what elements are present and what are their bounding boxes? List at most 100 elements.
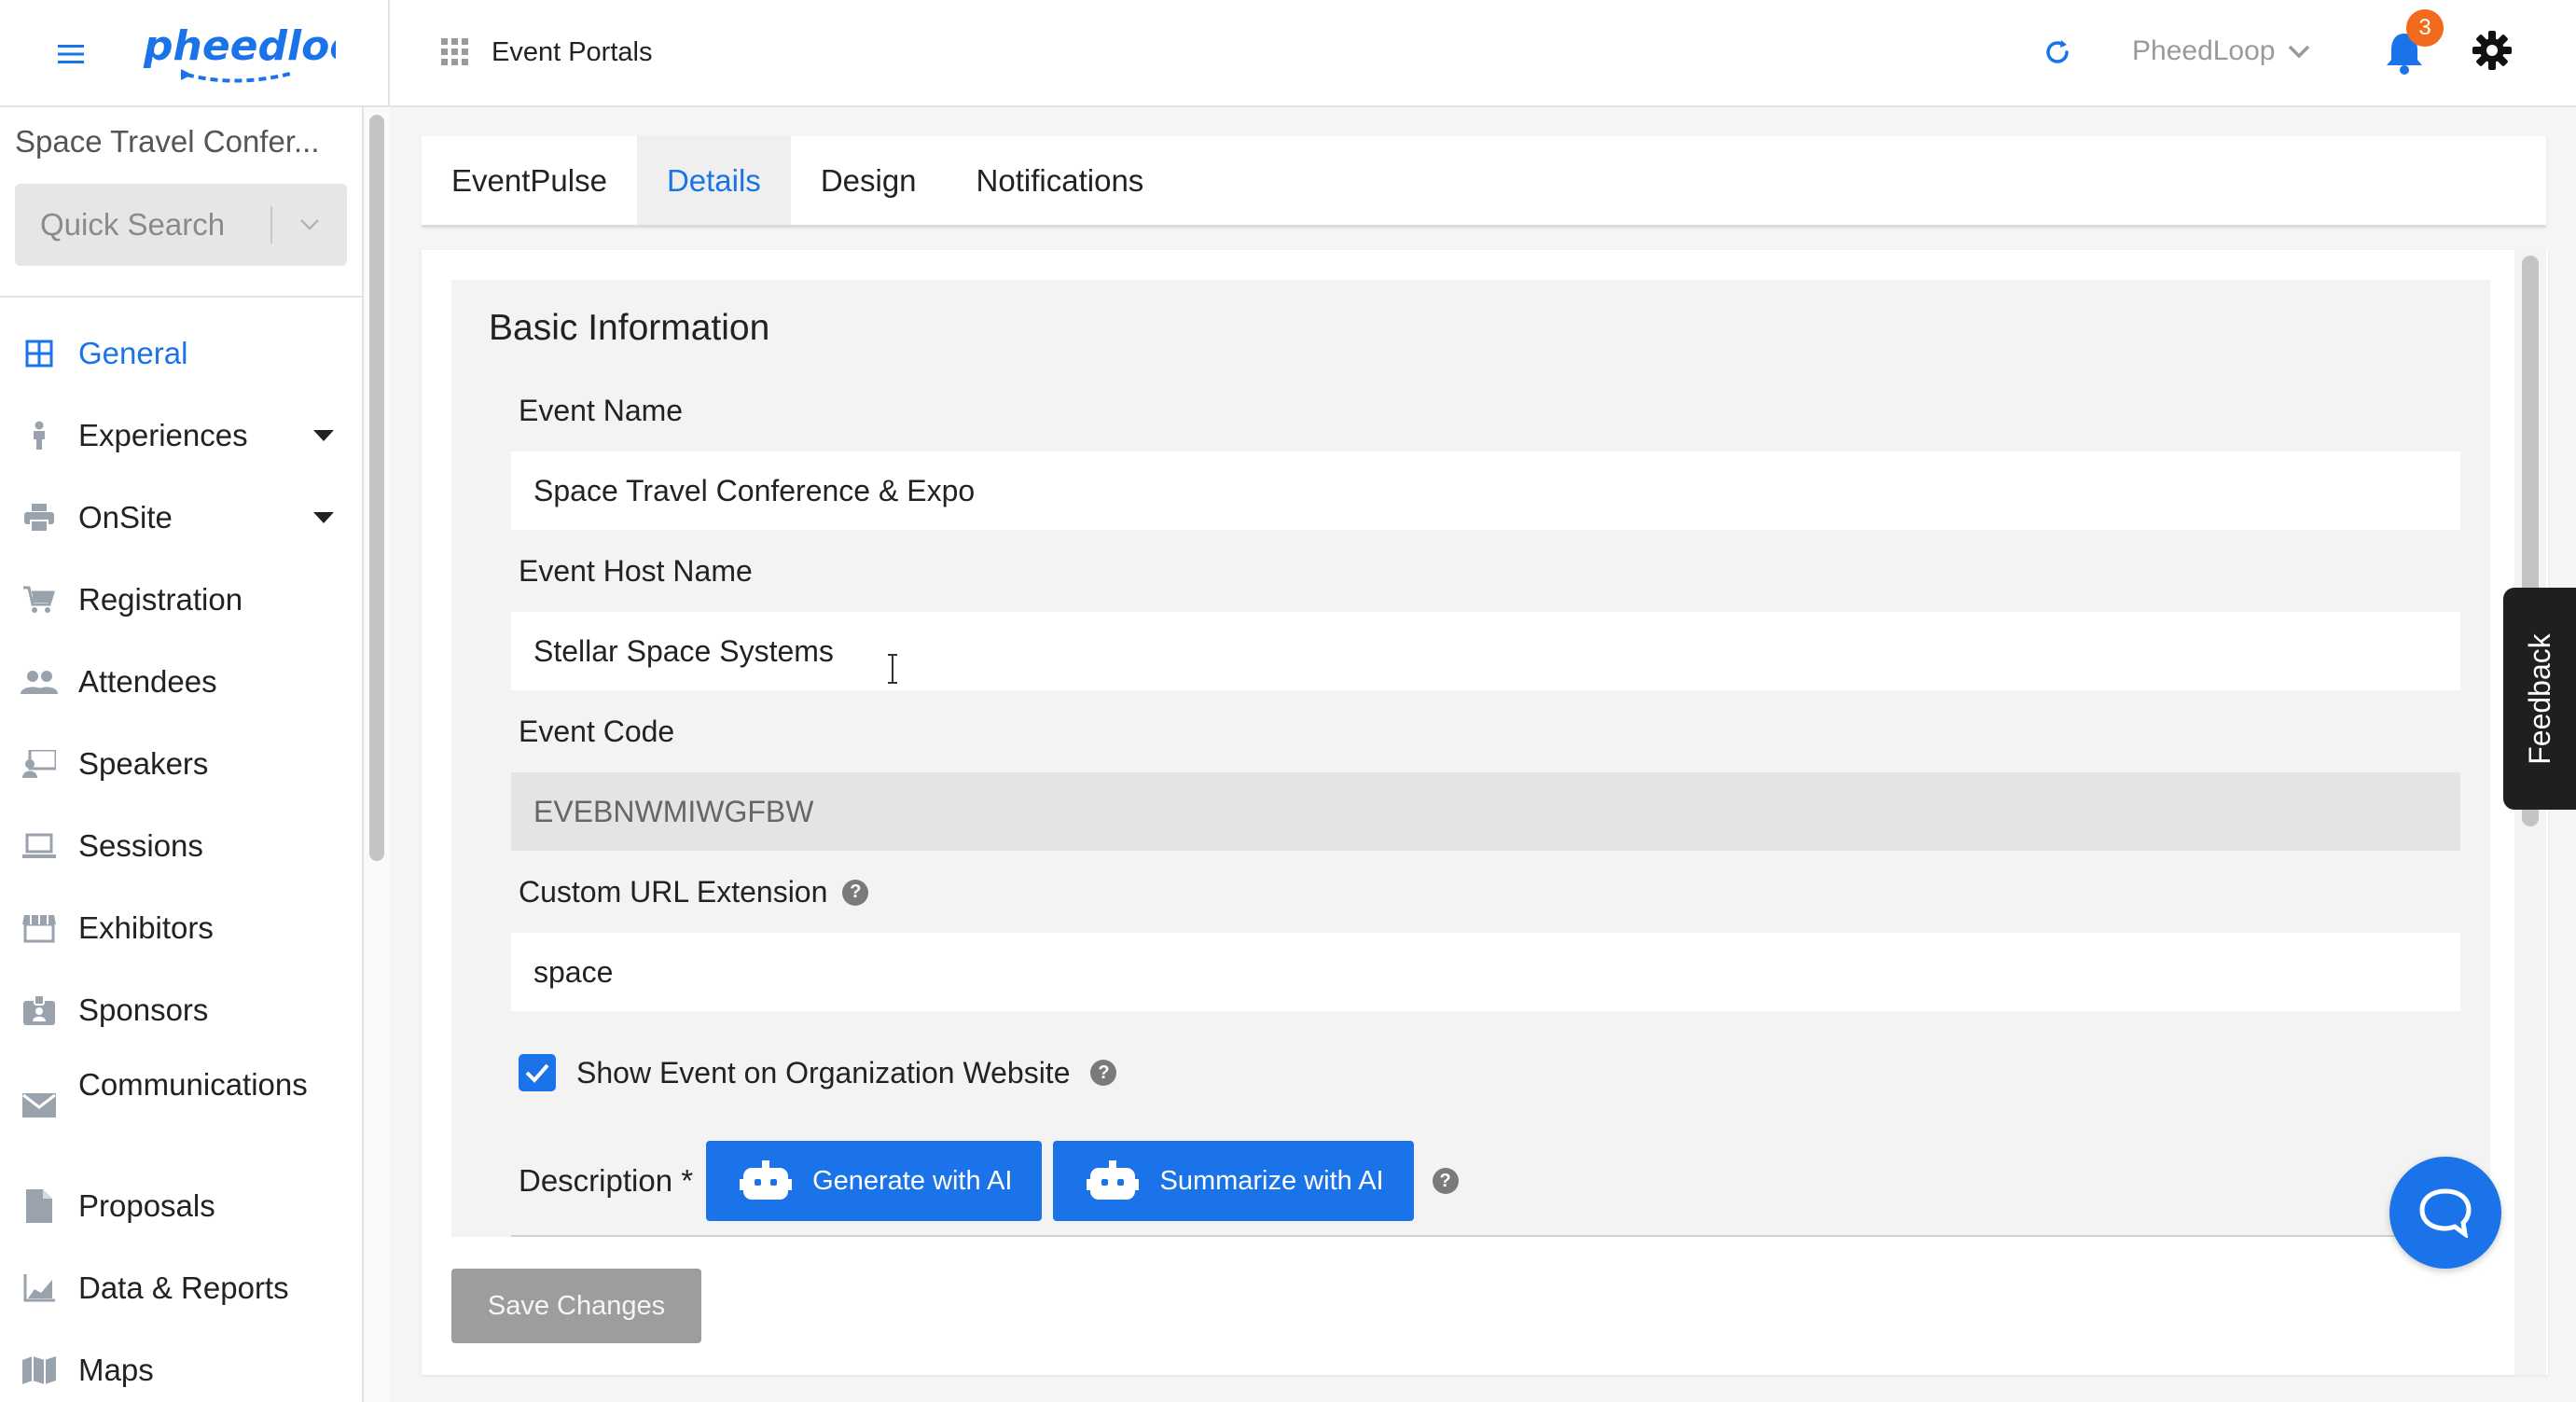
mail-icon bbox=[19, 1085, 60, 1126]
presenter-icon bbox=[19, 743, 60, 784]
sidebar-item-attendees[interactable]: Attendees bbox=[0, 641, 364, 723]
tab-bar: EventPulse Details Design Notifications bbox=[422, 136, 2546, 228]
quick-search-label: Quick Search bbox=[40, 207, 226, 242]
sidebar-item-sessions[interactable]: Sessions bbox=[0, 805, 364, 887]
sidebar-item-label: Attendees bbox=[78, 664, 217, 699]
caret-down-icon bbox=[313, 430, 334, 441]
sidebar-item-experiences[interactable]: Experiences bbox=[0, 395, 364, 477]
laptop-icon bbox=[19, 826, 60, 867]
description-row: Description * Generate with AI Summarize… bbox=[519, 1140, 1459, 1222]
sidebar-item-label: Sponsors bbox=[78, 993, 209, 1027]
people-icon bbox=[19, 661, 60, 702]
sidebar-item-label: OnSite bbox=[78, 500, 173, 534]
description-editor-top-border bbox=[511, 1235, 2460, 1237]
logo-area: pheedloop bbox=[0, 0, 390, 107]
custom-url-extension-label: Custom URL Extension ? bbox=[519, 875, 869, 909]
basic-information-section: Basic Information Event Name Event Host … bbox=[451, 280, 2490, 1237]
sidebar-item-label: Data & Reports bbox=[78, 1270, 289, 1305]
event-name-label: Event Name bbox=[519, 394, 684, 427]
sidebar-item-data-reports[interactable]: Data & Reports bbox=[0, 1247, 364, 1329]
hamburger-menu-icon[interactable] bbox=[52, 35, 90, 73]
organization-select[interactable]: PheedLoop bbox=[2132, 28, 2311, 75]
event-code-label: Event Code bbox=[519, 715, 675, 748]
sidebar-item-label: Experiences bbox=[78, 418, 248, 452]
tab-notifications[interactable]: Notifications bbox=[947, 136, 1174, 225]
sidebar-item-sponsors[interactable]: Sponsors bbox=[0, 969, 364, 1051]
sidebar-scrollbar-thumb[interactable] bbox=[369, 115, 384, 861]
generate-with-ai-button[interactable]: Generate with AI bbox=[706, 1141, 1043, 1221]
sidebar-scrollbar[interactable] bbox=[364, 107, 390, 1402]
summarize-with-ai-button[interactable]: Summarize with AI bbox=[1053, 1141, 1414, 1221]
summarize-with-ai-label: Summarize with AI bbox=[1159, 1165, 1384, 1196]
svg-text:pheedloop: pheedloop bbox=[143, 22, 336, 70]
grid-icon bbox=[19, 333, 60, 374]
sidebar-item-speakers[interactable]: Speakers bbox=[0, 723, 364, 805]
sidebar-item-label: Exhibitors bbox=[78, 910, 214, 945]
apps-grid-icon bbox=[441, 38, 468, 65]
map-icon bbox=[19, 1350, 60, 1391]
checkmark-icon bbox=[525, 1063, 549, 1083]
generate-with-ai-label: Generate with AI bbox=[812, 1165, 1013, 1196]
help-icon[interactable]: ? bbox=[842, 879, 869, 906]
event-portals-menu[interactable]: Event Portals bbox=[441, 32, 652, 73]
help-icon[interactable]: ? bbox=[1432, 1168, 1459, 1194]
sidebar-item-proposals[interactable]: Proposals bbox=[0, 1165, 364, 1247]
cart-icon bbox=[19, 579, 60, 620]
section-title: Basic Information bbox=[489, 308, 770, 348]
gear-icon[interactable] bbox=[2472, 30, 2513, 71]
sidebar: Space Travel Confer... Quick Search Gene… bbox=[0, 107, 364, 1402]
feedback-label: Feedback bbox=[2522, 632, 2556, 765]
sidebar-item-label: Communications bbox=[78, 1067, 308, 1102]
robot-icon bbox=[740, 1160, 793, 1200]
tab-design[interactable]: Design bbox=[791, 136, 947, 225]
sidebar-item-label: Speakers bbox=[78, 746, 209, 781]
current-event-name[interactable]: Space Travel Confer... bbox=[15, 124, 351, 160]
event-name-input[interactable] bbox=[511, 451, 2460, 530]
quick-search-select[interactable]: Quick Search bbox=[15, 184, 347, 266]
show-on-org-website-checkbox[interactable] bbox=[519, 1054, 556, 1091]
sidebar-item-label: Sessions bbox=[78, 828, 203, 863]
sidebar-item-exhibitors[interactable]: Exhibitors bbox=[0, 887, 364, 969]
content-scrollbar[interactable] bbox=[2514, 250, 2546, 1375]
description-label: Description * bbox=[519, 1163, 694, 1198]
save-changes-button[interactable]: Save Changes bbox=[451, 1269, 701, 1343]
sidebar-nav: General Experiences OnSite Registration bbox=[0, 312, 364, 1402]
help-icon[interactable]: ? bbox=[1090, 1060, 1117, 1086]
tab-details[interactable]: Details bbox=[636, 136, 791, 225]
event-portals-label: Event Portals bbox=[492, 36, 653, 67]
show-on-org-website-row: Show Event on Organization Website ? bbox=[519, 1054, 1117, 1091]
chevron-down-icon bbox=[2288, 45, 2309, 59]
custom-url-extension-input[interactable] bbox=[511, 933, 2460, 1011]
robot-icon bbox=[1087, 1160, 1140, 1200]
sidebar-item-registration[interactable]: Registration bbox=[0, 559, 364, 641]
custom-url-extension-text: Custom URL Extension bbox=[519, 875, 828, 909]
sidebar-divider bbox=[0, 296, 364, 298]
printer-icon bbox=[19, 497, 60, 538]
chevron-down-icon bbox=[272, 217, 347, 232]
event-code-input bbox=[511, 772, 2460, 851]
refresh-icon[interactable] bbox=[2039, 34, 2076, 71]
pheedloop-logo[interactable]: pheedloop bbox=[140, 17, 336, 91]
chat-bubble-icon bbox=[2419, 1188, 2472, 1238]
feedback-tab[interactable]: Feedback bbox=[2503, 588, 2576, 810]
sidebar-item-label: Registration bbox=[78, 582, 243, 617]
sidebar-item-general[interactable]: General bbox=[0, 312, 364, 395]
caret-down-icon bbox=[313, 512, 334, 523]
chat-support-button[interactable] bbox=[2389, 1157, 2501, 1269]
sidebar-item-onsite[interactable]: OnSite bbox=[0, 477, 364, 559]
sidebar-item-label: Maps bbox=[78, 1353, 154, 1387]
text-cursor-icon bbox=[888, 654, 897, 684]
event-host-name-input[interactable] bbox=[511, 612, 2460, 690]
top-bar: pheedloop Event Portals PheedLoop 3 bbox=[0, 0, 2576, 107]
sidebar-item-label: Proposals bbox=[78, 1188, 215, 1223]
tab-eventpulse[interactable]: EventPulse bbox=[422, 136, 637, 225]
sidebar-item-label: General bbox=[78, 336, 188, 370]
storefront-icon bbox=[19, 908, 60, 949]
event-host-name-label: Event Host Name bbox=[519, 554, 753, 588]
badge-icon bbox=[19, 990, 60, 1031]
sidebar-item-communications[interactable]: Communications bbox=[0, 1051, 364, 1165]
organization-name: PheedLoop bbox=[2132, 35, 2276, 66]
document-icon bbox=[19, 1186, 60, 1227]
person-icon bbox=[19, 415, 60, 456]
sidebar-item-maps[interactable]: Maps bbox=[0, 1329, 364, 1402]
